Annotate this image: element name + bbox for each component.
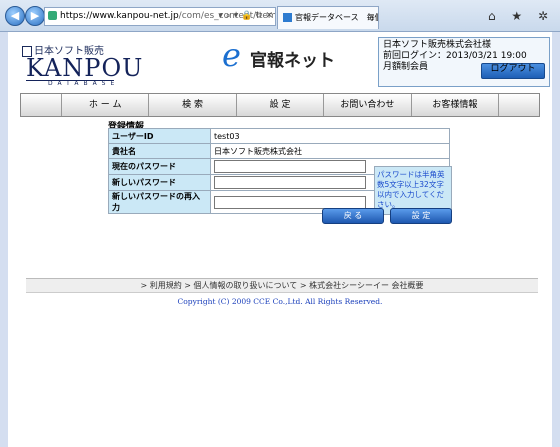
confirm-password-input[interactable] bbox=[214, 195, 366, 209]
nav-contact[interactable]: お問い合わせ bbox=[324, 94, 412, 116]
address-bar-tools-icon[interactable]: ▾ ⌕ ▾ 🔒 ↻ ✕ bbox=[218, 8, 273, 25]
nav-customer-info[interactable]: お客様情報 bbox=[412, 94, 500, 116]
back-arrow-icon[interactable]: ◀ bbox=[5, 6, 25, 26]
footer-link-terms[interactable]: 利用規約 bbox=[150, 281, 182, 290]
tab-title: 官報データベース 毎個… bbox=[295, 13, 378, 22]
user-id-value: test03 bbox=[210, 128, 450, 144]
browser-tab[interactable]: 官報データベース 毎個… ✕ bbox=[277, 6, 379, 29]
new-password-input[interactable] bbox=[214, 176, 366, 189]
footer-link-separator: > bbox=[184, 281, 194, 290]
back-button[interactable]: 戻 る bbox=[322, 208, 384, 224]
nav-spacer-left bbox=[21, 94, 62, 116]
current-password-input[interactable] bbox=[214, 160, 366, 173]
table-row: 貴社名 日本ソフト販売株式会社 bbox=[108, 143, 450, 159]
footer-link-privacy[interactable]: 個人情報の取り扱いについて bbox=[194, 281, 298, 290]
forward-arrow-icon[interactable]: ▶ bbox=[25, 6, 45, 26]
browser-toolbar: ◀ ▶ https://www.kanpou-net.jp/com/es_con… bbox=[0, 0, 560, 32]
confirm-password-label: 新しいパスワードの再入力 bbox=[108, 190, 211, 214]
footer-link-separator: > bbox=[299, 281, 310, 290]
kanpou-logo[interactable]: KANPOU bbox=[26, 54, 143, 82]
last-login: 前回ログイン：2013/03/21 19:00 bbox=[383, 51, 527, 61]
submit-settings-button[interactable]: 設 定 bbox=[390, 208, 452, 224]
main-nav: ホ ー ム 検 索 設 定 お問い合わせ お客様情報 bbox=[20, 93, 540, 117]
table-row: ユーザーID test03 bbox=[108, 128, 450, 144]
copyright-text: Copyright (C) 2009 CCE Co.,Ltd. All Righ… bbox=[177, 297, 383, 306]
logout-button[interactable]: ログアウト bbox=[481, 63, 545, 79]
current-password-label: 現在のパスワード bbox=[108, 158, 211, 175]
company-name-label: 貴社名 bbox=[108, 143, 211, 159]
footer-links: > 利用規約 > 個人情報の取り扱いについて > 株式会社シーシーイー 会社概要 bbox=[26, 278, 538, 293]
site-favicon-icon bbox=[48, 11, 57, 20]
nav-home[interactable]: ホ ー ム bbox=[62, 94, 150, 116]
window-frame-left bbox=[0, 32, 8, 447]
window-frame-right bbox=[552, 32, 560, 447]
new-password-label: 新しいパスワード bbox=[108, 174, 211, 191]
kanpou-logo-sub: DATABASE bbox=[48, 80, 120, 87]
url-host: https://www.kanpou-net.jp bbox=[60, 11, 179, 21]
brand-e-icon: e bbox=[222, 36, 241, 74]
user-info-box: 日本ソフト販売株式会社様 前回ログイン：2013/03/21 19:00 月額制… bbox=[378, 37, 550, 87]
tab-close-icon[interactable]: ✕ bbox=[368, 7, 375, 29]
footer-link-separator: > bbox=[140, 281, 150, 290]
address-bar[interactable]: https://www.kanpou-net.jp/com/es_content… bbox=[44, 7, 276, 26]
user-id-label: ユーザーID bbox=[108, 128, 211, 144]
company-name-value: 日本ソフト販売株式会社 bbox=[210, 143, 450, 159]
brand-title: 官報ネット bbox=[250, 51, 335, 71]
home-favorites-settings-icon[interactable]: ⌂ ★ ✲ bbox=[488, 9, 554, 23]
nav-search[interactable]: 検 索 bbox=[149, 94, 237, 116]
nav-spacer-right bbox=[499, 94, 539, 116]
footer-link-company[interactable]: 株式会社シーシーイー 会社概要 bbox=[309, 281, 423, 290]
tab-favicon-icon bbox=[283, 13, 292, 22]
page-content: 日本ソフト販売 KANPOU DATABASE e 官報ネット 日本ソフト販売株… bbox=[8, 32, 552, 447]
nav-settings[interactable]: 設 定 bbox=[237, 94, 325, 116]
user-company: 日本ソフト販売株式会社様 bbox=[383, 40, 492, 50]
